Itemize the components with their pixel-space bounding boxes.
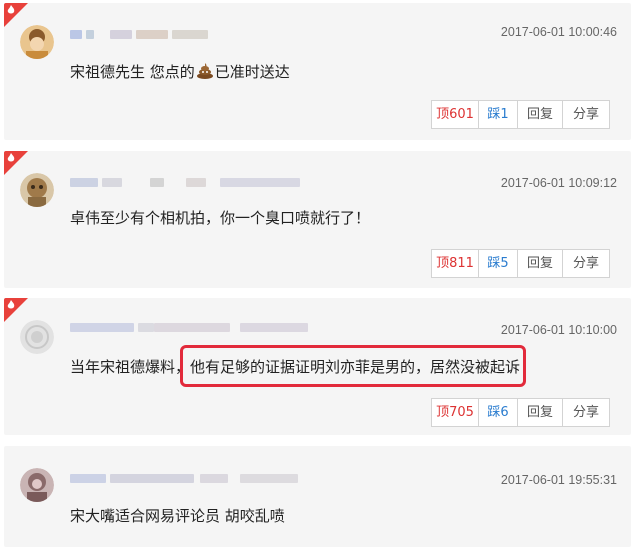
- comment-card: 2017-06-01 19:55:31 宋大嘴适合网易评论员 胡咬乱喷: [4, 446, 631, 547]
- upvote-button[interactable]: 顶811: [432, 250, 479, 277]
- hot-badge: [4, 3, 28, 27]
- comment-card: 2017-06-01 10:00:46 宋祖德先生 您点的 已准时送达 顶601…: [4, 3, 631, 140]
- flame-icon: [7, 153, 15, 162]
- comment-time: 2017-06-01 10:09:12: [500, 176, 617, 190]
- comment-text-after: 已准时送达: [214, 63, 290, 81]
- username-blurred[interactable]: [70, 474, 300, 486]
- upvote-button[interactable]: 顶705: [432, 399, 479, 426]
- avatar[interactable]: [20, 320, 54, 354]
- hot-badge: [4, 151, 28, 175]
- share-button[interactable]: 分享: [563, 101, 609, 128]
- comment-card: 2017-06-01 10:09:12 卓伟至少有个相机拍，你一个臭口喷就行了！…: [4, 151, 631, 288]
- comment-time: 2017-06-01 10:10:00: [500, 323, 617, 337]
- highlight-box: [180, 345, 526, 387]
- comment-time: 2017-06-01 19:55:31: [500, 473, 617, 487]
- avatar[interactable]: [20, 468, 54, 502]
- flame-icon: [7, 5, 15, 14]
- username-blurred[interactable]: [70, 178, 300, 190]
- username-blurred[interactable]: [70, 30, 210, 42]
- comment-text-before: 宋祖德先生 您点的: [70, 63, 195, 81]
- comment-text: 卓伟至少有个相机拍，你一个臭口喷就行了！: [70, 209, 371, 227]
- share-button[interactable]: 分享: [563, 250, 609, 277]
- hot-badge: [4, 298, 28, 322]
- downvote-button[interactable]: 踩5: [479, 250, 518, 277]
- downvote-button[interactable]: 踩6: [479, 399, 518, 426]
- comment-time: 2017-06-01 10:00:46: [500, 25, 617, 39]
- reply-button[interactable]: 回复: [518, 399, 563, 426]
- avatar[interactable]: [20, 173, 54, 207]
- reply-button[interactable]: 回复: [518, 101, 563, 128]
- downvote-button[interactable]: 踩1: [479, 101, 518, 128]
- username-blurred[interactable]: [70, 323, 310, 335]
- reply-button[interactable]: 回复: [518, 250, 563, 277]
- comment-actions: 顶811 踩5 回复 分享: [431, 249, 610, 278]
- avatar[interactable]: [20, 25, 54, 59]
- comment-actions: 顶601 踩1 回复 分享: [431, 100, 610, 129]
- flame-icon: [7, 300, 15, 309]
- comment-actions: 顶705 踩6 回复 分享: [431, 398, 610, 427]
- share-button[interactable]: 分享: [563, 399, 609, 426]
- poop-emoji-icon: [196, 63, 213, 79]
- upvote-button[interactable]: 顶601: [432, 101, 479, 128]
- comment-text: 宋大嘴适合网易评论员 胡咬乱喷: [70, 507, 285, 525]
- comment-text: 宋祖德先生 您点的 已准时送达: [70, 61, 290, 82]
